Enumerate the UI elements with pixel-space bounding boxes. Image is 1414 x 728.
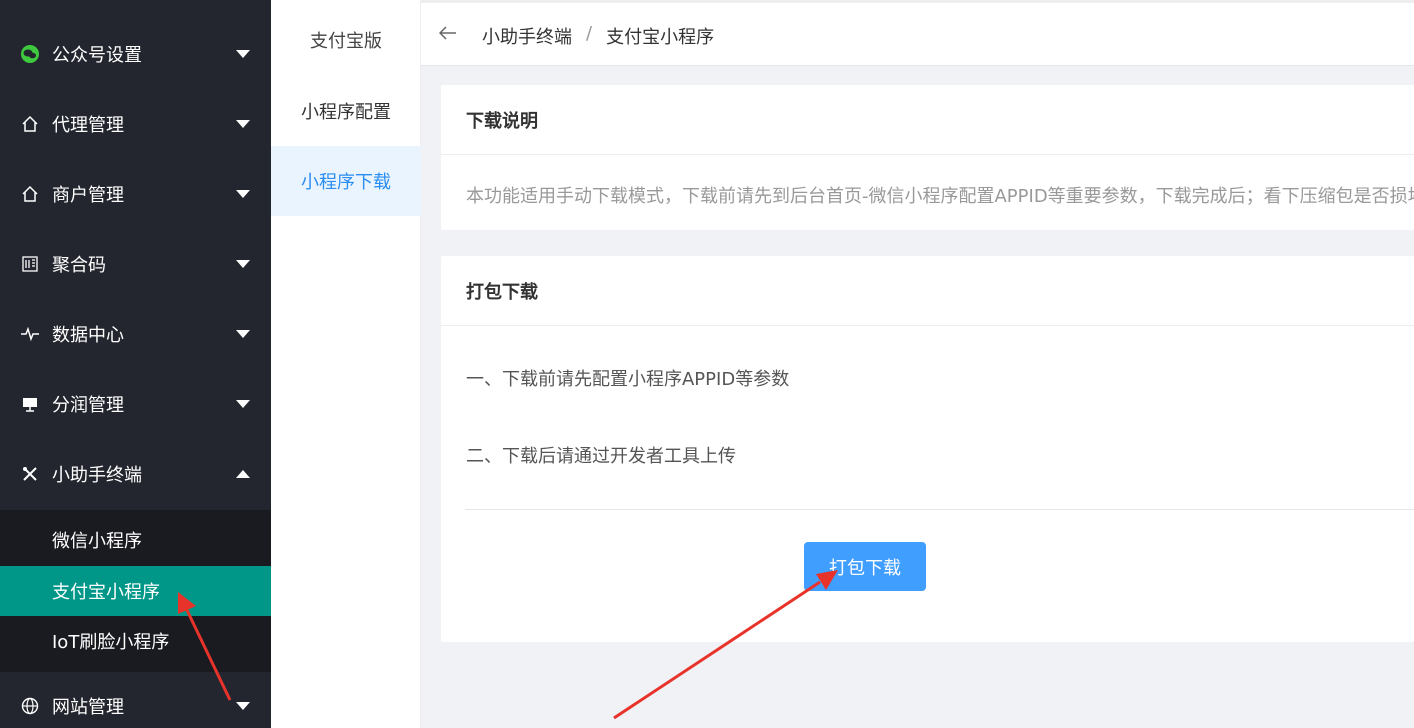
chevron-down-icon (236, 260, 250, 268)
secondary-nav: 支付宝版 小程序配置 小程序下载 (271, 0, 421, 728)
chevron-down-icon (236, 190, 250, 198)
instruction-line: 二、下载后请通过开发者工具上传 (466, 446, 736, 467)
package-download-card: 打包下载 一、下载前请先配置小程序APPID等参数 二、下载后请通过开发者工具上… (441, 256, 1414, 642)
header: 小助手终端 / 支付宝小程序 (421, 0, 1414, 66)
home-icon (20, 114, 40, 134)
sidebar-item-agent[interactable]: 代理管理 (0, 89, 271, 159)
sidebar-item-assistant-terminal[interactable]: 小助手终端 (0, 439, 271, 509)
tools-icon (20, 464, 40, 484)
instruction-line: 一、下载前请先配置小程序APPID等参数 (466, 369, 790, 390)
breadcrumb: 小助手终端 / 支付宝小程序 (482, 23, 714, 49)
sidebar-item-label: 小助手终端 (52, 465, 142, 486)
sidebar-item-official-account[interactable]: 公众号设置 (0, 19, 271, 89)
subnav-title: 支付宝版 (310, 31, 382, 52)
home-icon (20, 184, 40, 204)
chevron-up-icon (236, 470, 250, 478)
sidebar-item-label: 网站管理 (52, 697, 124, 718)
subnav-item-download[interactable]: 小程序下载 (271, 146, 421, 216)
chevron-down-icon (236, 400, 250, 408)
download-note-text: 本功能适用手动下载模式，下载前请先到后台首页-微信小程序配置APPID等重要参数… (466, 186, 1414, 207)
card-title: 下载说明 (441, 85, 1414, 155)
sidebar-item-label: 代理管理 (52, 115, 124, 136)
sidebar-item-website[interactable]: 网站管理 (0, 671, 271, 728)
sidebar-item-aggregate-code[interactable]: 聚合码 (0, 229, 271, 299)
pulse-icon (20, 324, 40, 344)
arrow-left-icon[interactable] (438, 21, 457, 45)
submenu-item-label: 支付宝小程序 (52, 582, 160, 603)
submenu-item-wechat-miniprogram[interactable]: 微信小程序 (0, 515, 271, 565)
download-note-card: 下载说明 本功能适用手动下载模式，下载前请先到后台首页-微信小程序配置APPID… (441, 85, 1414, 230)
sidebar-item-label: 数据中心 (52, 325, 124, 346)
submenu-item-label: 微信小程序 (52, 531, 142, 552)
submenu-item-alipay-miniprogram[interactable]: 支付宝小程序 (0, 566, 271, 616)
divider (465, 509, 1414, 510)
subnav-item-label: 小程序配置 (301, 102, 391, 123)
chevron-down-icon (236, 702, 250, 710)
sidebar-item-label: 公众号设置 (52, 45, 142, 66)
chevron-down-icon (236, 120, 250, 128)
wechat-icon (20, 44, 40, 64)
package-download-button[interactable]: 打包下载 (804, 542, 926, 591)
card-title: 打包下载 (441, 256, 1414, 326)
sidebar-item-merchant[interactable]: 商户管理 (0, 159, 271, 229)
submenu: 微信小程序 支付宝小程序 IoT刷脸小程序 (0, 510, 271, 672)
monitor-icon (20, 394, 40, 414)
breadcrumb-item[interactable]: 小助手终端 (482, 23, 572, 49)
submenu-item-iot-miniprogram[interactable]: IoT刷脸小程序 (0, 616, 271, 666)
sidebar-item-data-center[interactable]: 数据中心 (0, 299, 271, 369)
sidebar-item-label: 分润管理 (52, 395, 124, 416)
sidebar-item-profit-sharing[interactable]: 分润管理 (0, 369, 271, 439)
sidebar: 公众号设置 代理管理 商户管理 聚合码 数据中心 分润管理 小助手终端 微信小程… (0, 0, 271, 728)
sidebar-item-label: 聚合码 (52, 255, 106, 276)
globe-icon (20, 696, 40, 716)
qrcode-icon (20, 254, 40, 274)
chevron-down-icon (236, 330, 250, 338)
subnav-item-config[interactable]: 小程序配置 (271, 76, 421, 146)
submenu-item-label: IoT刷脸小程序 (52, 632, 170, 653)
chevron-down-icon (236, 50, 250, 58)
breadcrumb-separator: / (586, 23, 593, 44)
subnav-item-label: 小程序下载 (301, 172, 391, 193)
sidebar-item-label: 商户管理 (52, 185, 124, 206)
breadcrumb-item-current: 支付宝小程序 (606, 27, 715, 48)
